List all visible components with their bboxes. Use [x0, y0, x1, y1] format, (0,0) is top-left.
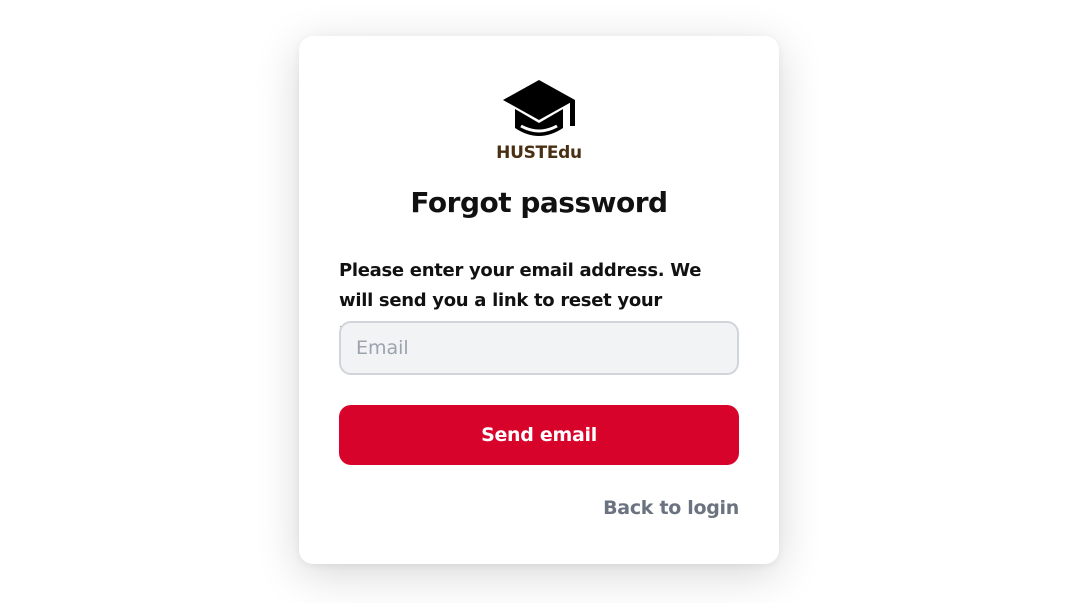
email-field[interactable]: [339, 321, 739, 375]
brand-name: HUSTEdu: [496, 143, 582, 163]
graduation-cap-icon: [503, 80, 575, 136]
page-title: Forgot password: [410, 186, 668, 219]
forgot-password-card: HUSTEdu Forgot password Please enter you…: [299, 36, 779, 564]
back-to-login-link[interactable]: Back to login: [603, 497, 739, 519]
send-email-button[interactable]: Send email: [339, 405, 739, 465]
